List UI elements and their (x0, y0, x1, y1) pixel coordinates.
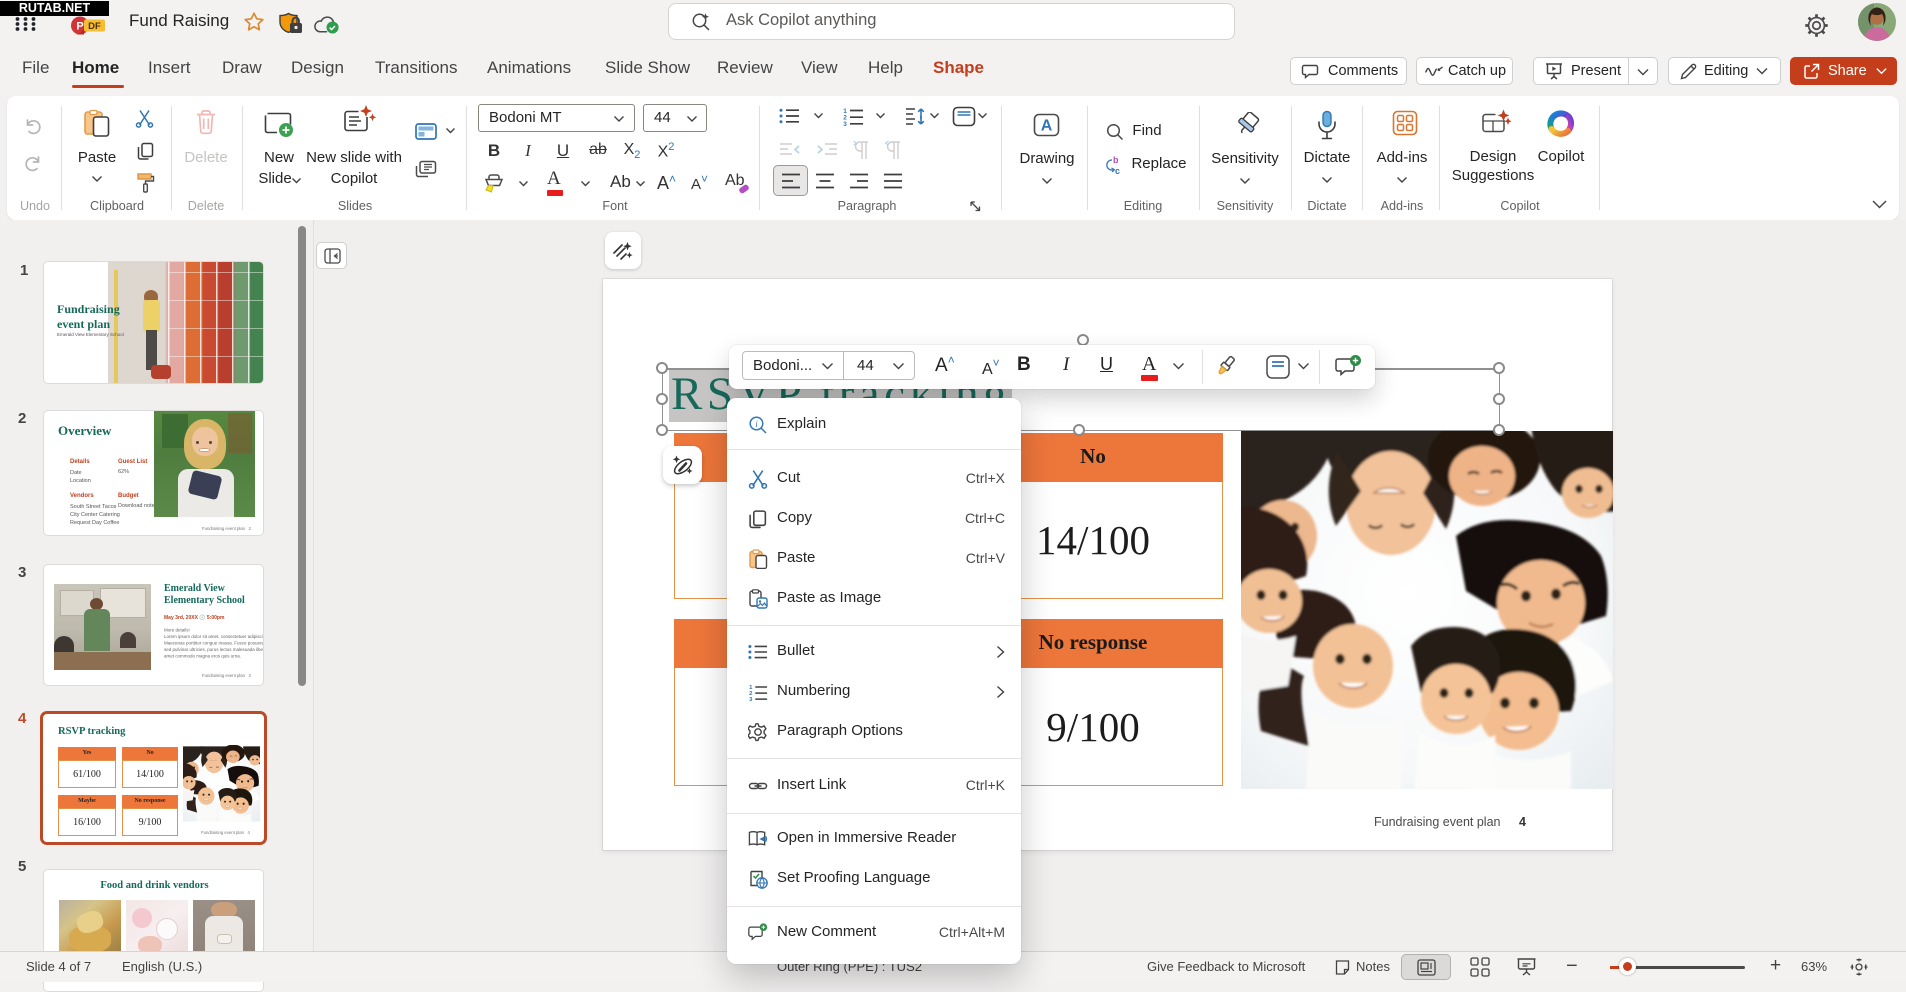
svg-text:P: P (76, 21, 83, 33)
svg-text:3: 3 (843, 121, 847, 126)
svg-text:b: b (1113, 155, 1119, 165)
svg-text:i: i (755, 419, 758, 429)
svg-text:A: A (1041, 118, 1053, 135)
svg-text:DF: DF (88, 21, 101, 32)
svg-text:3: 3 (749, 697, 753, 702)
svg-text:1: 1 (749, 685, 753, 691)
svg-text:c: c (1115, 166, 1120, 175)
